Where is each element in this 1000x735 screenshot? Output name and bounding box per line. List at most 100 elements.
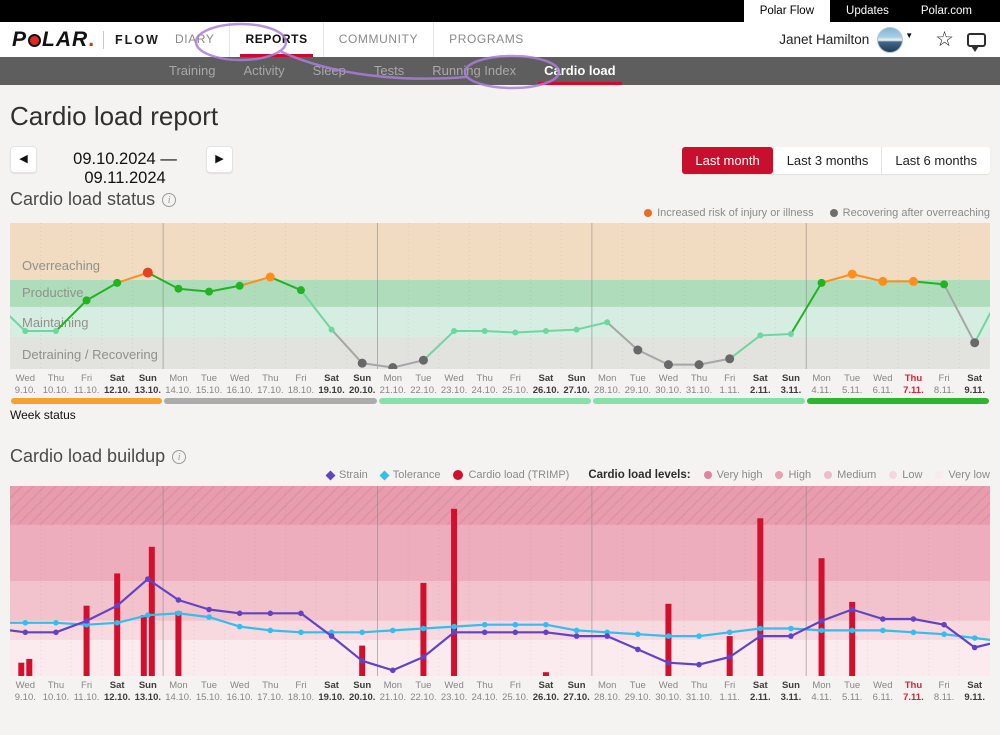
- topbar-tab-polar-com[interactable]: Polar.com: [905, 0, 988, 22]
- main-nav: DIARYREPORTSCOMMUNITYPROGRAMS: [160, 22, 539, 57]
- week-status-segment: [807, 398, 989, 404]
- axis-day-label: Sat26.10.: [531, 680, 562, 703]
- topbar-tab-polar-flow[interactable]: Polar Flow: [744, 0, 830, 22]
- info-icon[interactable]: i: [172, 450, 186, 464]
- svg-text:Overreaching: Overreaching: [22, 258, 100, 273]
- legend-dot-icon: [824, 471, 832, 479]
- subnav-items: TrainingActivitySleepTestsRunning IndexC…: [155, 57, 630, 85]
- range-button-last-6-months[interactable]: Last 6 months: [881, 147, 990, 174]
- axis-day-label: Fri11.10.: [71, 680, 102, 703]
- legend-dot-icon: [704, 471, 712, 479]
- axis-day-label: Fri8.11.: [929, 680, 960, 703]
- axis-day-label: Mon14.10.: [163, 680, 194, 703]
- topbar-tab-updates[interactable]: Updates: [830, 0, 905, 22]
- week-status-segment: [593, 398, 805, 404]
- polar-flow-logo[interactable]: P LAR . FLOW: [12, 28, 160, 52]
- legend-label: Very high: [717, 469, 763, 481]
- chevron-down-icon[interactable]: ▼: [905, 31, 913, 40]
- legend-item-increased-risk-of-injury-or-illness: Increased risk of injury or illness: [644, 207, 814, 219]
- info-icon[interactable]: i: [162, 193, 176, 207]
- page-title: Cardio load report: [10, 101, 218, 132]
- nav-item-community[interactable]: COMMUNITY: [323, 22, 433, 57]
- axis-day-label: Fri25.10.: [500, 680, 531, 703]
- legend-dot-icon: [830, 209, 838, 217]
- buildup-chart-legend: StrainToleranceCardio load (TRIMP)Cardio…: [327, 469, 990, 481]
- legend-label: Tolerance: [393, 469, 441, 481]
- week-status-segment: [164, 398, 376, 404]
- legend-level-very-low: Very low: [935, 469, 990, 481]
- subnav-item-sleep[interactable]: Sleep: [299, 57, 360, 85]
- legend-label: Very low: [948, 469, 990, 481]
- axis-day-label: Mon28.10.: [592, 373, 623, 396]
- axis-day-label: Tue15.10.: [194, 373, 225, 396]
- nav-item-reports[interactable]: REPORTS: [229, 22, 322, 57]
- diamond-marker-icon: [379, 470, 389, 480]
- next-period-button[interactable]: ▶: [206, 146, 233, 173]
- flow-wordmark: FLOW: [115, 33, 160, 47]
- legend-label: Recovering after overreaching: [843, 207, 990, 219]
- axis-day-label: Mon4.11.: [806, 373, 837, 396]
- axis-day-label: Sat9.11.: [959, 680, 990, 703]
- avatar[interactable]: [877, 27, 903, 53]
- axis-day-label: Wed30.10.: [653, 373, 684, 396]
- axis-day-label: Fri25.10.: [500, 373, 531, 396]
- content: Cardio load report ◀ 09.10.2024 — 09.11.…: [0, 85, 1000, 735]
- axis-day-label: Fri1.11.: [714, 373, 745, 396]
- axis-day-label: Sat12.10.: [102, 373, 133, 396]
- axis-day-label: Sun27.10.: [561, 680, 592, 703]
- cardio-load-status-chart[interactable]: OverreachingProductiveMaintainingDetrain…: [10, 223, 990, 369]
- nav-item-diary[interactable]: DIARY: [160, 22, 229, 57]
- svg-text:Productive: Productive: [22, 285, 83, 300]
- legend-level-low: Low: [889, 469, 922, 481]
- axis-day-label: Fri18.10.: [286, 680, 317, 703]
- range-buttons: Last monthLast 3 monthsLast 6 months: [682, 147, 990, 174]
- subnav-item-training[interactable]: Training: [155, 57, 229, 85]
- axis-day-label: Tue29.10.: [623, 373, 654, 396]
- subnav-item-cardio-load[interactable]: Cardio load: [530, 57, 630, 85]
- axis-day-label: Sun13.10.: [133, 680, 164, 703]
- axis-day-label: Thu31.10.: [684, 680, 715, 703]
- axis-day-label: Sun20.10.: [347, 680, 378, 703]
- legend-dot-icon: [935, 471, 943, 479]
- axis-day-label: Thu17.10.: [255, 680, 286, 703]
- axis-day-label: Thu10.10.: [41, 680, 72, 703]
- topbar-tabs: Polar FlowUpdatesPolar.com: [744, 0, 988, 22]
- favorites-star-icon[interactable]: ☆: [935, 27, 954, 52]
- range-button-last-3-months[interactable]: Last 3 months: [773, 147, 882, 174]
- legend-dot-icon: [644, 209, 652, 217]
- previous-period-button[interactable]: ◀: [10, 146, 37, 173]
- axis-day-label: Wed30.10.: [653, 680, 684, 703]
- axis-day-label: Sun13.10.: [133, 373, 164, 396]
- diamond-marker-icon: [326, 470, 336, 480]
- range-button-last-month[interactable]: Last month: [682, 147, 772, 174]
- axis-day-label: Mon21.10.: [378, 373, 409, 396]
- axis-day-label: Thu7.11.: [898, 680, 929, 703]
- logo-period: .: [88, 28, 94, 52]
- subnav-item-activity[interactable]: Activity: [229, 57, 298, 85]
- axis-day-label: Wed16.10.: [224, 680, 255, 703]
- date-range: 09.10.2024 — 09.11.2024: [46, 150, 204, 188]
- axis-day-label: Sat2.11.: [745, 373, 776, 396]
- subnav-item-running-index[interactable]: Running Index: [418, 57, 530, 85]
- axis-day-label: Thu24.10.: [469, 373, 500, 396]
- axis-day-label: Tue15.10.: [194, 680, 225, 703]
- axis-day-label: Tue5.11.: [837, 680, 868, 703]
- axis-day-label: Thu24.10.: [469, 680, 500, 703]
- axis-day-label: Sat19.10.: [316, 373, 347, 396]
- status-chart-legend: Increased risk of injury or illness Recov…: [644, 207, 990, 219]
- cardio-load-levels-label: Cardio load levels:: [588, 469, 690, 481]
- axis-day-label: Tue22.10.: [408, 373, 439, 396]
- logo-red-dot-icon: [28, 34, 41, 47]
- axis-day-label: Sat26.10.: [531, 373, 562, 396]
- axis-day-label: Wed23.10.: [439, 373, 470, 396]
- feed-chat-icon[interactable]: [967, 33, 986, 47]
- chat-icon-tail: [971, 46, 979, 52]
- user-area: Janet Hamilton ▼ ☆: [779, 22, 990, 57]
- cardio-load-buildup-chart[interactable]: [10, 486, 990, 676]
- subnav-item-tests[interactable]: Tests: [360, 57, 418, 85]
- user-name[interactable]: Janet Hamilton: [779, 32, 869, 47]
- legend-label: Cardio load (TRIMP): [468, 469, 569, 481]
- week-status-bars: [10, 398, 990, 404]
- legend-label: Increased risk of injury or illness: [657, 207, 814, 219]
- nav-item-programs[interactable]: PROGRAMS: [433, 22, 539, 57]
